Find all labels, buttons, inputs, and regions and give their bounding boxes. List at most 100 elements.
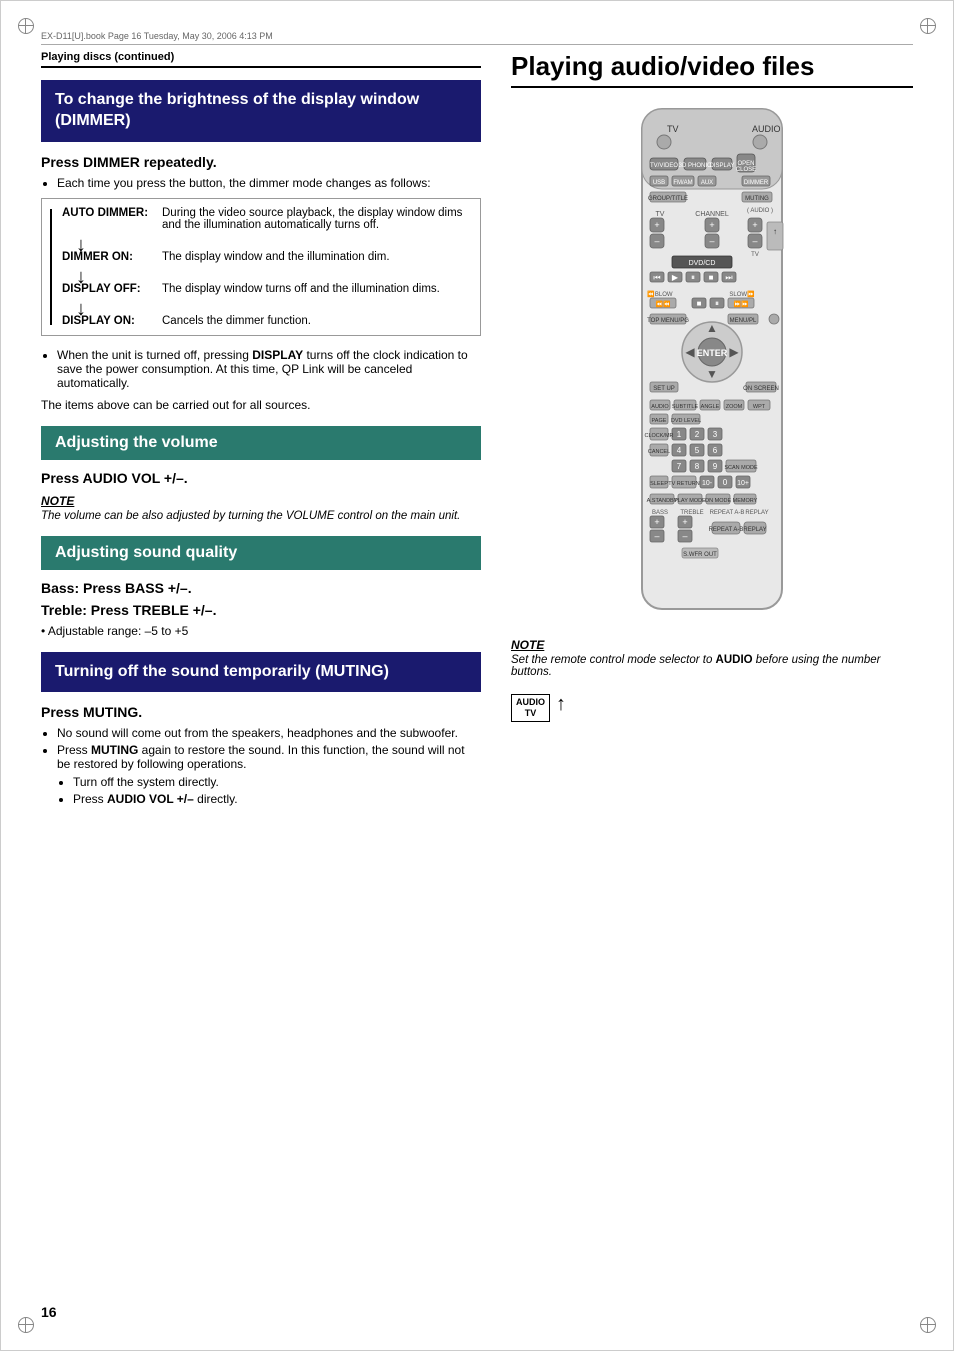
remote-note-block: NOTE Set the remote control mode selecto… xyxy=(511,638,913,678)
left-section-header: Playing discs (continued) xyxy=(41,51,481,68)
svg-text:2: 2 xyxy=(695,430,700,439)
svg-text:TV: TV xyxy=(751,252,759,258)
svg-text:ANGLE: ANGLE xyxy=(701,404,720,410)
muting-sub-bullet-2: Press AUDIO VOL +/– directly. xyxy=(73,792,481,806)
svg-text:TV: TV xyxy=(667,124,679,134)
svg-text:+: + xyxy=(654,220,659,230)
svg-text:CLOCK/MR: CLOCK/MR xyxy=(644,433,673,439)
svg-text:+: + xyxy=(752,220,757,230)
remote-control-svg: TV AUDIO TV/VIDEO 3D PHONIC DISPLAY OPEN… xyxy=(612,104,812,624)
auto-dimmer-label: AUTO DIMMER: xyxy=(62,207,162,231)
svg-text:MEMORY: MEMORY xyxy=(733,498,758,504)
svg-text:8: 8 xyxy=(695,462,700,471)
svg-text:SLEEP: SLEEP xyxy=(650,481,668,487)
audio-label: AUDIO xyxy=(516,697,545,707)
press-muting-instruction: Press MUTING. xyxy=(41,704,481,720)
svg-text:5: 5 xyxy=(695,446,700,455)
sound-quality-header-box: Adjusting sound quality xyxy=(41,536,481,570)
svg-text:GROUP/TITLE: GROUP/TITLE xyxy=(648,196,688,202)
svg-text:S.WFR OUT: S.WFR OUT xyxy=(683,552,717,558)
bass-instruction: Bass: Press BASS +/–. xyxy=(41,580,481,596)
svg-text:1: 1 xyxy=(677,430,682,439)
svg-text:REPEAT A-B: REPEAT A-B xyxy=(709,527,744,533)
svg-text:ENTER: ENTER xyxy=(697,348,728,358)
svg-text:CLOSE: CLOSE xyxy=(736,167,756,173)
right-column: Playing audio/video files TV AUDIO TV/VI… xyxy=(511,51,913,814)
dimmer-note-all-sources: The items above can be carried out for a… xyxy=(41,398,481,412)
flow-dimmer-on: DIMMER ON: The display window and the il… xyxy=(62,251,468,263)
svg-text:9: 9 xyxy=(713,462,718,471)
svg-text:PLAY MODE: PLAY MODE xyxy=(674,498,706,504)
svg-text:WPT: WPT xyxy=(753,404,766,410)
svg-text:ZOOM: ZOOM xyxy=(726,404,743,410)
svg-text:0: 0 xyxy=(723,478,728,487)
remote-note-text: Set the remote control mode selector to … xyxy=(511,654,913,678)
file-info: EX-D11[U].book Page 16 Tuesday, May 30, … xyxy=(41,31,913,45)
svg-text:SUBTITLE: SUBTITLE xyxy=(672,404,699,410)
svg-text:TV RETURN: TV RETURN xyxy=(668,481,700,487)
svg-text:TV/VIDEO: TV/VIDEO xyxy=(650,163,678,169)
flow-auto-dimmer: AUTO DIMMER: During the video source pla… xyxy=(62,207,468,231)
svg-text:REPEAT A-B: REPEAT A-B xyxy=(710,510,745,516)
svg-text:▶: ▶ xyxy=(729,345,739,359)
svg-text:◀: ◀ xyxy=(685,345,695,359)
muting-sub-bullet-1: Turn off the system directly. xyxy=(73,775,481,789)
svg-text:TV: TV xyxy=(656,211,665,218)
adjustable-range: • Adjustable range: –5 to +5 xyxy=(41,624,481,638)
treble-instruction: Treble: Press TREBLE +/–. xyxy=(41,602,481,618)
svg-text:⏸: ⏸ xyxy=(691,273,695,282)
svg-text:TREBLE: TREBLE xyxy=(680,510,703,516)
flow-left-line xyxy=(50,209,52,325)
svg-text:■: ■ xyxy=(709,273,714,282)
svg-text:MENU/PL: MENU/PL xyxy=(730,318,757,324)
svg-text:SCAN MODE: SCAN MODE xyxy=(724,465,758,471)
svg-text:–: – xyxy=(654,531,659,541)
svg-text:⏭: ⏭ xyxy=(725,273,732,282)
svg-text:3D PHONIC: 3D PHONIC xyxy=(679,163,712,169)
corner-mark-bl xyxy=(16,1315,36,1335)
svg-text:▶: ▶ xyxy=(672,273,679,282)
display-off-desc: The display window turns off and the ill… xyxy=(162,283,440,295)
svg-text:3: 3 xyxy=(713,430,718,439)
volume-header-box: Adjusting the volume xyxy=(41,426,481,460)
dimmer-header-box: To change the brightness of the display … xyxy=(41,80,481,142)
svg-text:+: + xyxy=(709,220,714,230)
svg-text:BASS: BASS xyxy=(652,510,668,516)
svg-text:–: – xyxy=(682,531,687,541)
press-audio-instruction: Press AUDIO VOL +/–. xyxy=(41,470,481,486)
svg-text:REPLAY: REPLAY xyxy=(745,510,768,516)
muting-header-box: Turning off the sound temporarily (MUTIN… xyxy=(41,652,481,693)
volume-note-title: NOTE xyxy=(41,494,481,508)
volume-note-text: The volume can be also adjusted by turni… xyxy=(41,510,481,522)
flow-display-off: DISPLAY OFF: The display window turns of… xyxy=(62,283,468,295)
svg-text:CHANNEL: CHANNEL xyxy=(695,211,729,218)
svg-text:■: ■ xyxy=(697,299,702,308)
dimmer-on-desc: The display window and the illumination … xyxy=(162,251,390,263)
audio-tv-box: AUDIO TV xyxy=(511,694,550,722)
svg-text:–: – xyxy=(654,236,659,246)
svg-text:▼: ▼ xyxy=(706,367,718,381)
svg-text:+: + xyxy=(654,517,659,527)
svg-text:( AUDIO ): ( AUDIO ) xyxy=(747,208,773,214)
muting-bullet-2: Press MUTING again to restore the sound.… xyxy=(57,743,481,806)
volume-note: NOTE The volume can be also adjusted by … xyxy=(41,494,481,522)
svg-text:FM/AM: FM/AM xyxy=(673,180,692,186)
flow-display-on: DISPLAY ON: Cancels the dimmer function. xyxy=(62,315,468,327)
svg-text:⏩⏩: ⏩⏩ xyxy=(734,300,749,308)
dimmer-bullet-2: When the unit is turned off, pressing DI… xyxy=(57,348,481,390)
svg-text:▲: ▲ xyxy=(706,321,718,335)
svg-text:4: 4 xyxy=(677,446,682,455)
svg-text:ON SCREEN: ON SCREEN xyxy=(743,386,779,392)
right-section-title: Playing audio/video files xyxy=(511,51,913,88)
svg-text:DVD/CD: DVD/CD xyxy=(689,260,716,267)
svg-text:+: + xyxy=(682,517,687,527)
svg-text:A.STANDBY: A.STANDBY xyxy=(647,498,678,504)
svg-text:SET UP: SET UP xyxy=(653,386,675,392)
dimmer-bullet-1: Each time you press the button, the dimm… xyxy=(57,176,481,190)
dimmer-extra-bullets: When the unit is turned off, pressing DI… xyxy=(57,348,481,390)
press-dimmer-instruction: Press DIMMER repeatedly. xyxy=(41,154,481,170)
svg-text:6: 6 xyxy=(713,446,718,455)
remote-image-container: TV AUDIO TV/VIDEO 3D PHONIC DISPLAY OPEN… xyxy=(511,104,913,624)
page-number: 16 xyxy=(41,1304,57,1320)
svg-text:ON MODE: ON MODE xyxy=(705,498,732,504)
